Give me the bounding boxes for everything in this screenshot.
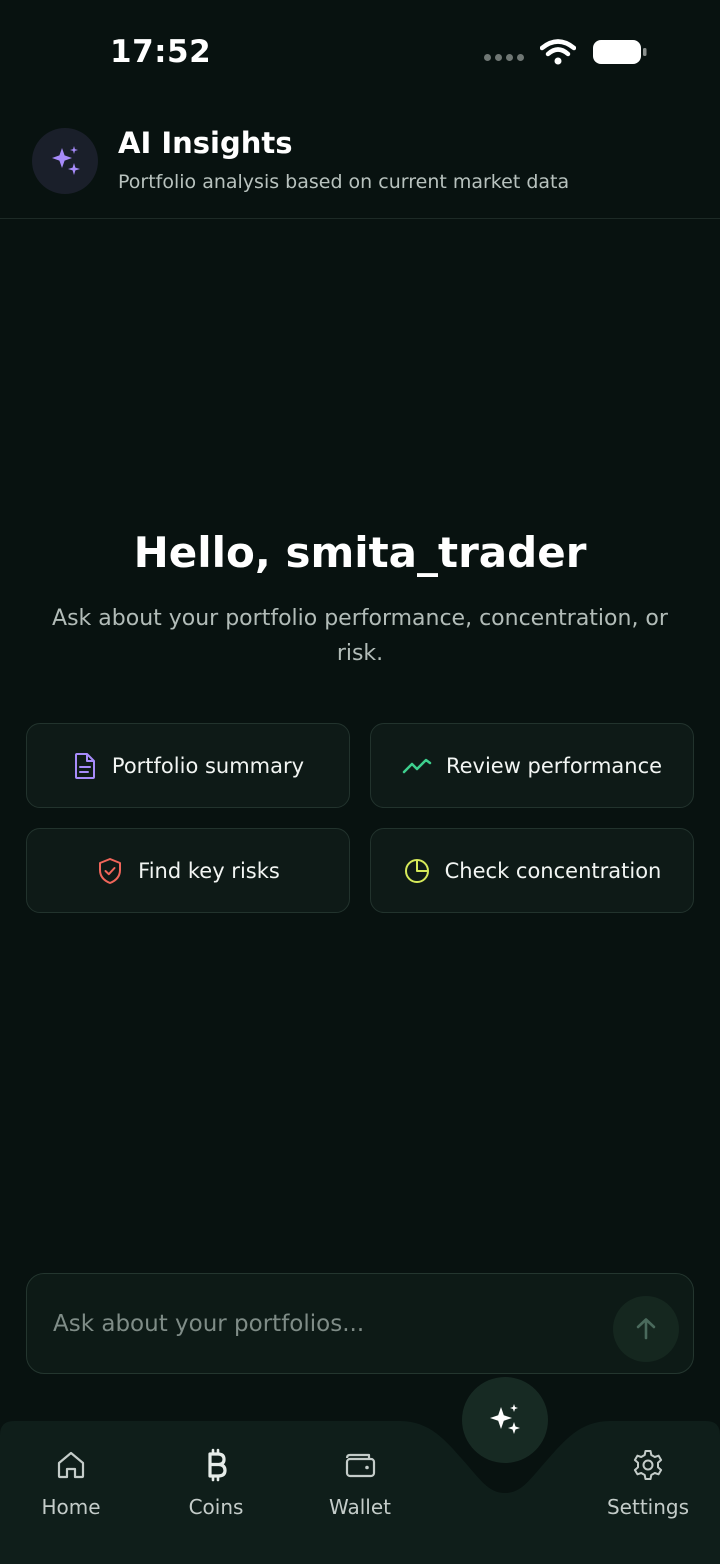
suggestion-label: Find key risks [138,858,280,883]
screen-header: AI Insights Portfolio analysis based on … [0,110,720,219]
nav-label: Home [41,1495,101,1519]
suggestion-find-key-risks[interactable]: Find key risks [26,828,350,913]
nav-label: Coins [188,1495,244,1519]
nav-label: Wallet [328,1495,391,1519]
gear-icon [633,1450,663,1480]
cellular-signal-icon [484,53,524,61]
ai-assistant-button[interactable] [462,1377,548,1463]
sparkles-icon [52,146,80,175]
nav-home[interactable]: Home [16,1445,126,1519]
page-title: AI Insights [118,126,293,160]
status-time: 17:52 [110,34,212,70]
greeting-subtitle: Ask about your portfolio performance, co… [52,606,668,666]
ai-insights-screen: 17:52 AI Insights Portfolio analysis bas… [0,0,720,1564]
bitcoin-icon [208,1448,227,1482]
home-icon [57,1451,85,1479]
sparkles-icon [490,1404,520,1434]
suggestion-review-performance[interactable]: Review performance [370,723,694,808]
page-subtitle: Portfolio analysis based on current mark… [118,171,570,193]
nav-label: Settings [606,1495,690,1519]
pie-chart-icon [404,858,429,883]
shield-check-icon [99,857,122,884]
chat-input[interactable] [53,1302,613,1346]
wallet-icon [345,1453,376,1478]
status-bar: 17:52 [0,0,720,100]
battery-icon [593,40,647,64]
document-icon [74,752,95,779]
ai-avatar [32,128,98,194]
nav-settings[interactable]: Settings [593,1445,703,1519]
arrow-up-icon [636,1318,656,1340]
suggestion-portfolio-summary[interactable]: Portfolio summary [26,723,350,808]
suggestion-check-concentration[interactable]: Check concentration [370,828,694,913]
greeting-title: Hello, smita_trader [133,528,587,577]
wifi-icon [540,39,576,65]
suggestion-label: Review performance [445,753,663,778]
suggestion-label: Portfolio summary [111,753,305,778]
nav-coins[interactable]: Coins [161,1445,271,1519]
trend-line-icon [402,758,432,773]
nav-wallet[interactable]: Wallet [305,1445,415,1519]
send-button[interactable] [613,1296,679,1362]
chat-composer [26,1273,694,1374]
status-indicators [484,38,648,66]
suggestion-label: Check concentration [444,858,662,883]
